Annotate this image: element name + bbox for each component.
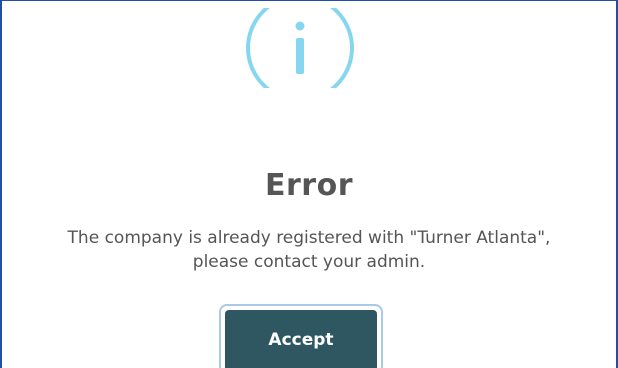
info-icon-wrapper bbox=[246, 8, 354, 88]
dialog-message-line-2: please contact your admin. bbox=[192, 252, 426, 272]
dialog-message: The company is already registered with "… bbox=[0, 226, 618, 274]
accept-button-focus-ring: Accept bbox=[219, 304, 383, 368]
dialog-message-line-1: The company is already registered with "… bbox=[67, 228, 551, 248]
dialog-title: Error bbox=[265, 168, 353, 203]
info-icon bbox=[246, 8, 354, 88]
accept-button[interactable]: Accept bbox=[225, 310, 377, 368]
